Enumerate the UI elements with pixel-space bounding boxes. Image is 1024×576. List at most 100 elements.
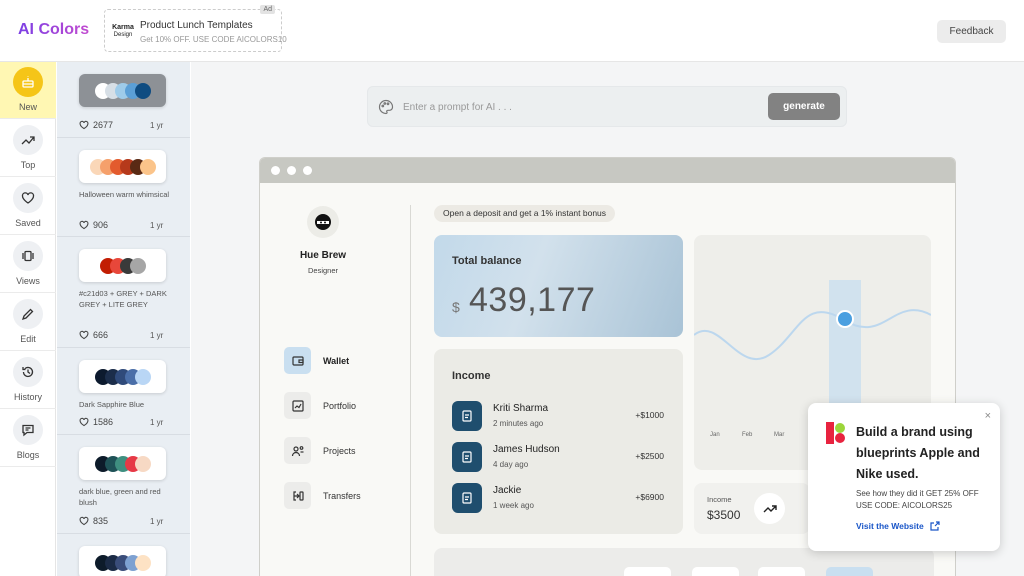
color-dot <box>139 158 156 175</box>
wallet-icon <box>284 347 311 374</box>
palette-name: #c21d03 + GREY + DARK GREY + LITE GREY <box>79 289 167 309</box>
nav-item-history[interactable]: History <box>0 352 56 409</box>
transaction-avatar-icon <box>452 483 482 513</box>
income-summary-label: Income <box>707 495 732 504</box>
palette-name: Dark Sapphire Blue <box>79 400 145 409</box>
transaction-amount: +$6900 <box>635 492 664 502</box>
ad-title: Product Lunch Templates <box>140 20 253 31</box>
menu-item-portfolio[interactable]: Portfolio <box>284 392 404 419</box>
window-titlebar <box>260 158 955 183</box>
card-tab <box>692 567 739 576</box>
top-bar: AI Colors Karma Design Product Lunch Temp… <box>0 0 1024 62</box>
menu-label-portfolio: Portfolio <box>323 401 357 411</box>
nav-item-saved[interactable]: Saved <box>0 178 56 235</box>
menu-item-wallet[interactable]: Wallet <box>284 347 404 374</box>
like-button[interactable]: 835 <box>79 516 108 526</box>
window-dot <box>271 166 280 175</box>
visit-website-link[interactable]: Visit the Website <box>856 521 940 531</box>
promo-popup: × Build a brand using blueprints Apple a… <box>808 403 1000 551</box>
like-button[interactable]: 666 <box>79 330 108 340</box>
close-icon[interactable]: × <box>985 411 991 422</box>
trending-up-icon[interactable] <box>754 493 785 524</box>
transaction-name: James Hudson <box>493 444 560 455</box>
card-tab <box>758 567 805 576</box>
palette-card[interactable]: Dark Sapphire Blue 1586 1 yr <box>57 349 190 435</box>
palette-card[interactable]: dark blue, green and red blush 835 1 yr <box>57 436 190 534</box>
palette-swatch[interactable] <box>79 74 166 107</box>
color-dot <box>134 82 151 99</box>
prompt-bar: generate <box>367 86 847 127</box>
menu-label-projects: Projects <box>323 446 356 456</box>
transaction-row[interactable]: Kriti Sharma 2 minutes ago +$1000 <box>452 401 667 433</box>
palette-icon <box>378 99 394 115</box>
transaction-time: 4 day ago <box>493 460 529 469</box>
feedback-button[interactable]: Feedback <box>937 20 1006 43</box>
balance-value: 439,177 <box>469 281 596 319</box>
palette-card[interactable]: Halloween warm whimsical 906 1 yr <box>57 139 190 237</box>
palette-swatch[interactable] <box>79 546 166 576</box>
nav-item-views[interactable]: Views <box>0 236 56 293</box>
prompt-input[interactable] <box>403 97 733 117</box>
income-title: Income <box>452 370 491 382</box>
like-button[interactable]: 1586 <box>79 417 113 427</box>
menu-label-transfers: Transfers <box>323 491 361 501</box>
nav-item-new[interactable]: New <box>0 62 56 119</box>
palette-age: 1 yr <box>150 517 164 526</box>
pencil-icon <box>13 299 43 329</box>
ad-logo: Karma Design <box>112 24 134 38</box>
income-summary-value: $3500 <box>707 508 741 522</box>
transaction-amount: +$2500 <box>635 451 664 461</box>
chart-point <box>836 310 854 328</box>
month-label: Mar <box>774 432 785 438</box>
palette-card[interactable]: 2677 1 yr <box>57 62 190 138</box>
ad-subtitle: Get 10% OFF. USE CODE AICOLORS10 <box>140 35 287 44</box>
generate-button[interactable]: generate <box>768 93 840 120</box>
palette-swatch[interactable] <box>79 150 166 183</box>
nav-item-blogs[interactable]: Blogs <box>0 410 56 467</box>
user-name: Hue Brew <box>299 250 347 261</box>
cake-icon <box>13 67 43 97</box>
palette-age: 1 yr <box>150 418 164 427</box>
menu-item-projects[interactable]: Projects <box>284 437 404 464</box>
chart-icon <box>284 392 311 419</box>
palette-list: 2677 1 yr Halloween warm whimsical 906 1… <box>57 62 190 576</box>
nav-item-top[interactable]: Top <box>0 120 56 177</box>
external-link-icon <box>930 521 940 531</box>
divider <box>410 205 411 576</box>
balance-card: Total balance $ 439,177 <box>434 235 683 337</box>
menu-label-wallet: Wallet <box>323 356 350 366</box>
palette-age: 1 yr <box>150 331 164 340</box>
color-dot <box>129 257 146 274</box>
palette-swatch[interactable] <box>79 249 166 282</box>
card-tab <box>624 567 671 576</box>
trending-up-icon <box>13 125 43 155</box>
sidebar-nav: New Top Saved Views Edit History Blogs <box>0 62 56 576</box>
palette-card[interactable]: #c21d03 + GREY + DARK GREY + LITE GREY 6… <box>57 238 190 348</box>
chart-line <box>694 309 931 361</box>
popup-text: See how they did it GET 25% OFF USE CODE… <box>856 489 979 510</box>
nav-item-edit[interactable]: Edit <box>0 294 56 351</box>
ninja-avatar-icon <box>315 214 331 230</box>
transaction-row[interactable]: Jackie 1 week ago +$6900 <box>452 483 667 515</box>
people-icon <box>284 437 311 464</box>
avatar <box>307 206 339 238</box>
like-button[interactable]: 906 <box>79 220 108 230</box>
like-button[interactable]: 2677 <box>79 120 113 130</box>
menu-item-transfers[interactable]: Transfers <box>284 482 404 509</box>
palette-name: dark blue, green and red blush <box>79 487 161 507</box>
palette-swatch[interactable] <box>79 360 166 393</box>
card-tab <box>826 567 873 576</box>
popup-title: Build a brand using blueprints Apple and… <box>856 425 980 481</box>
brand-logo[interactable]: AI Colors <box>18 21 89 39</box>
palette-card[interactable] <box>57 535 190 576</box>
history-icon <box>13 357 43 387</box>
nav-label-top: Top <box>20 160 36 170</box>
heart-icon <box>13 183 43 213</box>
bottom-card <box>434 548 934 576</box>
transaction-row[interactable]: James Hudson 4 day ago +$2500 <box>452 442 667 474</box>
month-label: Jan <box>710 432 720 438</box>
bonus-banner: Open a deposit and get a 1% instant bonu… <box>434 205 616 222</box>
ad-banner[interactable]: Karma Design Product Lunch Templates Get … <box>104 5 287 52</box>
palette-swatch[interactable] <box>79 447 166 480</box>
ad-tag: Ad <box>260 5 275 14</box>
